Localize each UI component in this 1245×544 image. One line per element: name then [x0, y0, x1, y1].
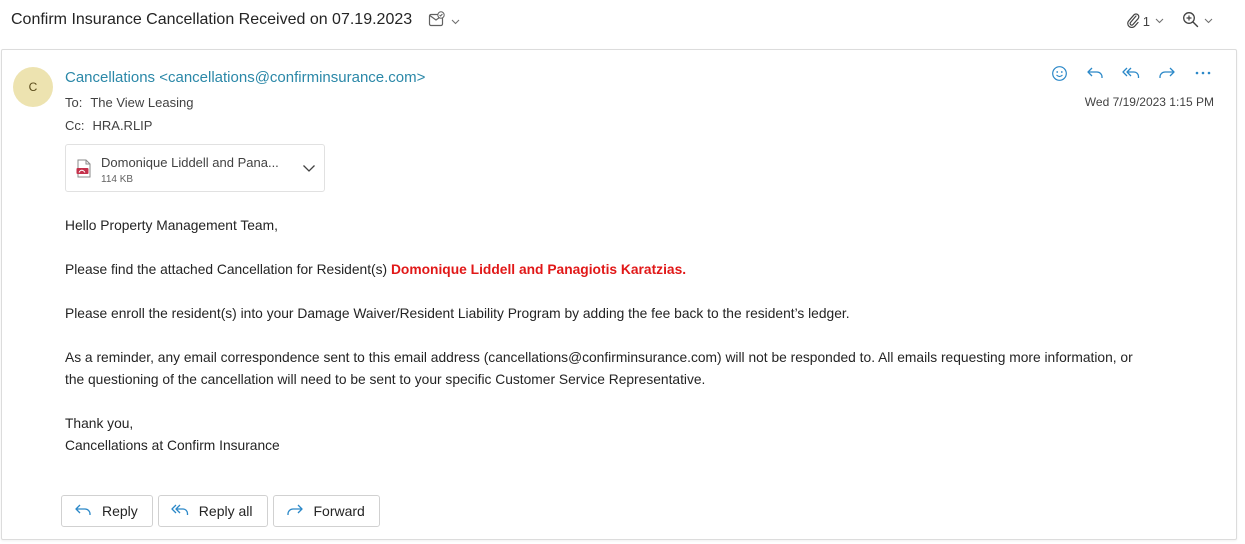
to-line: To: The View Leasing	[65, 95, 193, 110]
body-p3-line-1: As a reminder, any email correspondence …	[65, 350, 1133, 365]
body-paragraph-3: As a reminder, any email correspondence …	[65, 347, 1225, 391]
pdf-icon	[76, 159, 92, 183]
attachment-size: 114 KB	[101, 174, 134, 185]
body-greeting: Hello Property Management Team,	[65, 218, 278, 233]
attachment-name: Domonique Liddell and Pana...	[101, 155, 279, 170]
chevron-down-icon	[1204, 16, 1213, 26]
reply-icon[interactable]	[1086, 64, 1104, 82]
message-date: Wed 7/19/2023 1:15 PM	[1084, 95, 1214, 109]
reply-all-button-label: Reply all	[198, 503, 253, 519]
body-p3-line-2: the questioning of the cancellation will…	[65, 372, 706, 387]
reply-all-icon[interactable]	[1122, 64, 1140, 82]
reply-button-label: Reply	[102, 503, 138, 519]
cc-line: Cc: HRA.RLIP	[65, 118, 152, 133]
body-p1-text: Please find the attached Cancellation fo…	[65, 262, 391, 277]
body-paragraph-2: Please enroll the resident(s) into your …	[65, 306, 850, 321]
chevron-down-icon	[451, 17, 460, 27]
message-actions	[1050, 64, 1212, 82]
to-label: To:	[65, 95, 83, 110]
subject-title: Confirm Insurance Cancellation Received …	[11, 11, 413, 28]
zoom-icon	[1182, 11, 1199, 31]
forward-button[interactable]: Forward	[272, 495, 380, 527]
chevron-down-icon	[1155, 16, 1164, 26]
reply-all-icon	[171, 502, 189, 521]
response-buttons: Reply Reply all Forward	[61, 495, 380, 527]
avatar[interactable]: C	[13, 67, 53, 107]
mail-check-icon	[428, 11, 445, 33]
subject-right-tools: 1	[1112, 11, 1213, 31]
emoji-icon[interactable]	[1050, 64, 1068, 82]
attachments-dropdown[interactable]: 1	[1126, 12, 1164, 31]
sender-link[interactable]: Cancellations <cancellations@confirminsu…	[65, 69, 425, 86]
chevron-down-icon[interactable]	[302, 160, 316, 178]
body-thanks: Thank you,	[65, 416, 134, 431]
zoom-dropdown[interactable]	[1182, 11, 1213, 31]
attachment-count: 1	[1142, 13, 1150, 29]
to-recipient[interactable]: The View Leasing	[90, 95, 193, 110]
forward-icon[interactable]	[1158, 64, 1176, 82]
body-closing: Thank you, Cancellations at Confirm Insu…	[65, 413, 1225, 457]
more-icon[interactable]	[1194, 64, 1212, 82]
forward-icon	[286, 502, 304, 521]
subject-bar: Confirm Insurance Cancellation Received …	[0, 0, 1245, 42]
attachment-card[interactable]: Domonique Liddell and Pana... 114 KB	[65, 144, 325, 192]
reply-all-button[interactable]: Reply all	[157, 495, 268, 527]
reply-icon	[74, 502, 92, 521]
paperclip-icon	[1126, 12, 1140, 31]
reply-button[interactable]: Reply	[61, 495, 153, 527]
cc-recipient[interactable]: HRA.RLIP	[93, 118, 153, 133]
cc-label: Cc:	[65, 118, 85, 133]
message-card: C Cancellations <cancellations@confirmin…	[1, 49, 1237, 540]
mark-read-dropdown[interactable]	[428, 11, 460, 33]
forward-button-label: Forward	[313, 503, 365, 519]
body-signature: Cancellations at Confirm Insurance	[65, 438, 280, 453]
body-paragraph-1: Please find the attached Cancellation fo…	[65, 259, 1225, 281]
resident-names-highlight: Domonique Liddell and Panagiotis Karatzi…	[390, 262, 687, 277]
